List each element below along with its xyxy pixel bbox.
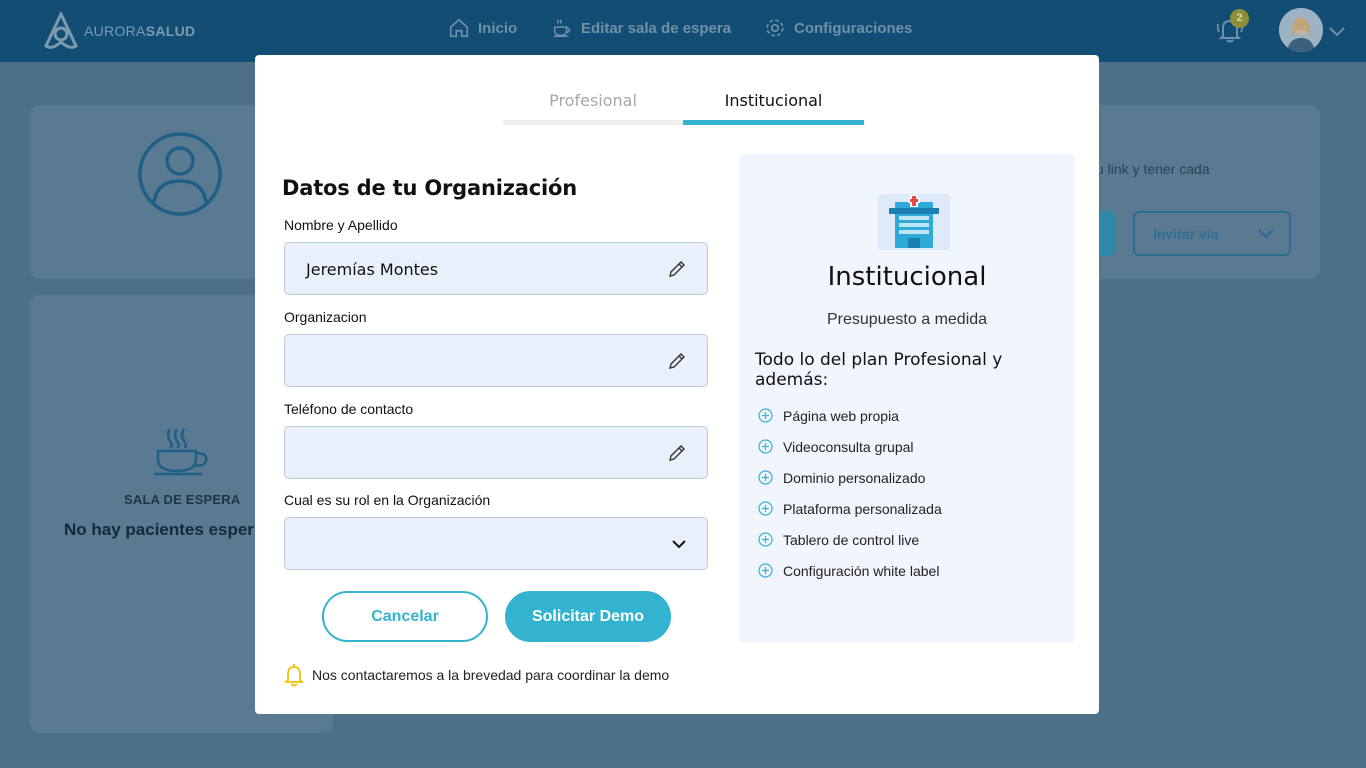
role-field-label: Cual es su rol en la Organización <box>284 492 491 508</box>
plan-price: Presupuesto a medida <box>826 311 988 328</box>
feature-label: Plataforma personalizada <box>783 500 942 517</box>
pencil-edit-icon[interactable] <box>667 351 687 371</box>
name-field[interactable]: Jeremías Montes <box>284 242 708 295</box>
feature-label: Página web propia <box>783 407 899 424</box>
account-menu-chevron-icon[interactable] <box>1328 24 1346 38</box>
phone-field-label: Teléfono de contacto <box>284 401 414 417</box>
feature-label: Tablero de control live <box>783 531 920 548</box>
plus-circle-icon <box>758 563 773 578</box>
list-item: Videoconsulta grupal <box>758 431 942 462</box>
nav-item-label: Editar sala de espera <box>581 19 732 37</box>
plus-circle-icon <box>758 408 773 423</box>
contact-note: Nos contactaremos a la brevedad para coo… <box>284 663 669 687</box>
nav-item-label: Configuraciones <box>794 19 913 37</box>
list-item: Plataforma personalizada <box>758 493 942 524</box>
solicitar-demo-modal: Profesional Institucional Datos de tu Or… <box>255 55 1099 714</box>
list-item: Página web propia <box>758 400 942 431</box>
copy-link-button[interactable] <box>1099 211 1115 256</box>
solicitar-demo-button[interactable]: Solicitar Demo <box>505 591 671 642</box>
feature-label: Dominio personalizado <box>783 469 926 486</box>
nav-item-editar-sala[interactable]: Editar sala de espera <box>551 16 731 40</box>
plan-subtitle: Todo lo del plan Profesional y además: <box>755 350 1003 390</box>
user-avatar[interactable] <box>1279 8 1323 52</box>
phone-field[interactable] <box>284 426 708 479</box>
coffee-icon <box>553 19 571 37</box>
plan-tabs: Profesional Institucional <box>503 85 864 125</box>
list-item: Configuración white label <box>758 555 942 586</box>
organization-field[interactable] <box>284 334 708 387</box>
plus-circle-icon <box>758 470 773 485</box>
nav-item-inicio[interactable]: Inicio <box>448 16 517 40</box>
contact-note-text: Nos contactaremos a la brevedad para coo… <box>312 667 670 683</box>
nav-item-configuraciones[interactable]: Configuraciones <box>764 16 912 40</box>
gear-icon <box>766 19 784 37</box>
chevron-down-icon <box>1258 229 1274 239</box>
pencil-edit-icon[interactable] <box>667 443 687 463</box>
plus-circle-icon <box>758 501 773 516</box>
invite-via-label: Invitar vía <box>1153 226 1219 242</box>
user-placeholder-icon <box>138 132 222 216</box>
tab-profesional[interactable]: Profesional <box>503 85 683 125</box>
feature-label: Configuración white label <box>783 562 940 579</box>
waiting-room-empty-text: No hay pacientes esper <box>64 520 254 539</box>
nav-item-label: Inicio <box>478 19 518 37</box>
brand-name-light: AURORA <box>84 23 146 39</box>
user-photo-icon <box>1279 8 1323 52</box>
tab-institucional[interactable]: Institucional <box>683 85 864 125</box>
plan-summary-panel: Institucional Presupuesto a medida Todo … <box>739 154 1075 642</box>
form-title: Datos de tu Organización <box>282 176 577 200</box>
organization-field-label: Organizacion <box>284 309 367 325</box>
coffee-cup-icon <box>154 428 208 476</box>
plus-circle-icon <box>758 439 773 454</box>
name-field-label: Nombre y Apellido <box>284 217 398 233</box>
cancel-button[interactable]: Cancelar <box>322 591 488 642</box>
role-select[interactable] <box>284 517 708 570</box>
bell-icon <box>284 664 304 687</box>
brand-name-bold: SALUD <box>145 23 196 39</box>
feature-label: Videoconsulta grupal <box>783 438 914 455</box>
invite-via-dropdown[interactable]: Invitar vía <box>1133 211 1291 256</box>
notification-count-badge: 2 <box>1230 9 1249 28</box>
waiting-room-title: SALA DE ESPERA <box>124 492 241 507</box>
brand-name: AURORASALUD <box>84 23 195 39</box>
aurora-logo-icon[interactable] <box>42 12 80 52</box>
name-field-value: Jeremías Montes <box>306 260 439 279</box>
plan-feature-list: Página web propia Videoconsulta grupal D… <box>758 400 942 586</box>
plus-circle-icon <box>758 532 773 547</box>
share-link-text: u link y tener cada <box>1096 161 1210 177</box>
chevron-down-icon <box>672 540 686 549</box>
list-item: Tablero de control live <box>758 524 942 555</box>
hospital-building-icon <box>878 194 950 250</box>
home-icon <box>449 18 469 38</box>
pencil-edit-icon[interactable] <box>667 259 687 279</box>
list-item: Dominio personalizado <box>758 462 942 493</box>
plan-name: Institucional <box>827 262 987 292</box>
